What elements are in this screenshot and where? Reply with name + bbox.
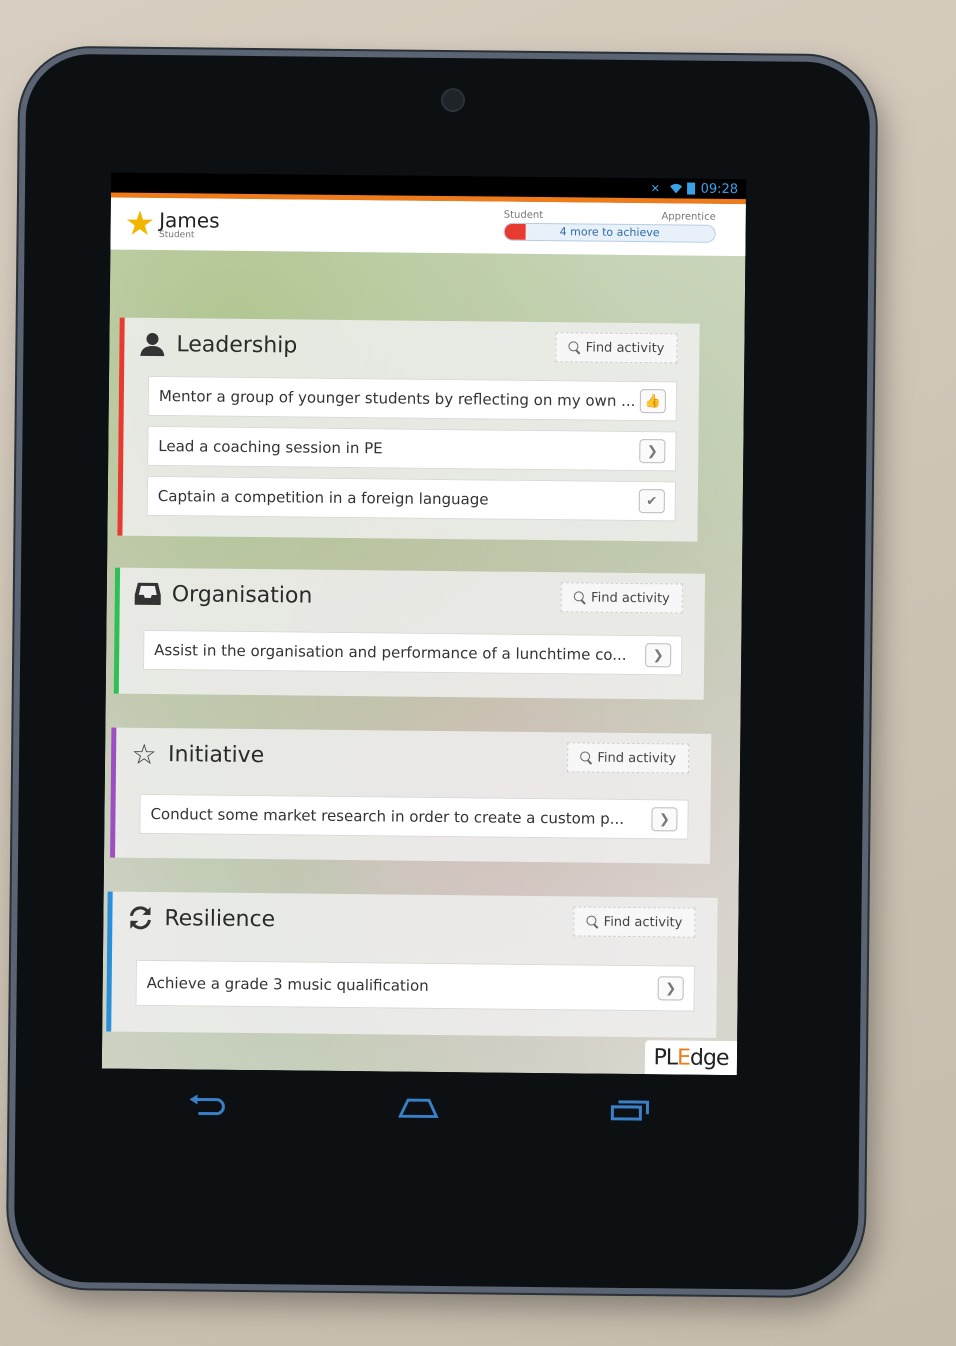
activity-item[interactable]: Mentor a group of younger students by re… xyxy=(147,375,678,422)
activity-text: Captain a competition in a foreign langu… xyxy=(157,487,489,509)
user-level: Student xyxy=(158,230,195,241)
category-card-organisation: Organisation Find activity Assist in the… xyxy=(113,567,706,700)
star-outline-icon: ☆ xyxy=(131,737,157,771)
status-time: 09:28 xyxy=(700,181,739,197)
search-icon xyxy=(569,341,582,354)
activity-text: Achieve a grade 3 music qualification xyxy=(146,973,429,995)
activity-text: Conduct some market research in order to… xyxy=(150,804,625,828)
camera-lens xyxy=(440,87,466,113)
activity-text: Assist in the organisation and performan… xyxy=(154,640,627,664)
top-bar: ★ James Student Student Apprentice 4 mor… xyxy=(110,197,746,257)
find-activity-label: Find activity xyxy=(585,339,665,356)
category-title: Resilience xyxy=(164,905,276,932)
pledge-logo: PL Edge xyxy=(644,1040,738,1076)
person-icon xyxy=(138,330,166,358)
search-icon xyxy=(587,915,600,928)
back-icon[interactable] xyxy=(187,1093,227,1117)
level-progress[interactable]: Student Apprentice 4 more to achieve xyxy=(503,209,716,243)
screen: ✕ 09:28 ★ James Student Student Apprenti… xyxy=(101,172,747,1076)
star-icon: ★ xyxy=(124,203,156,244)
progress-to-label: Apprentice xyxy=(661,211,716,223)
chevron-right-icon[interactable]: ❯ xyxy=(657,976,684,1001)
find-activity-label: Find activity xyxy=(603,914,683,931)
find-activity-button[interactable]: Find activity xyxy=(560,582,683,614)
category-title: Initiative xyxy=(167,741,265,768)
inbox-icon xyxy=(134,580,162,608)
activity-text: Mentor a group of younger students by re… xyxy=(158,387,636,411)
activity-item[interactable]: Captain a competition in a foreign langu… xyxy=(146,475,677,522)
search-icon xyxy=(574,591,587,604)
search-icon xyxy=(580,751,593,764)
find-activity-label: Find activity xyxy=(591,590,670,606)
find-activity-button[interactable]: Find activity xyxy=(567,742,690,774)
activity-item[interactable]: Assist in the organisation and performan… xyxy=(143,629,683,676)
recent-apps-icon[interactable] xyxy=(610,1098,650,1122)
progress-from-label: Student xyxy=(503,209,544,222)
category-title: Organisation xyxy=(171,581,313,609)
android-nav-bar xyxy=(101,1074,737,1141)
thumbs-up-icon[interactable]: 👍 xyxy=(639,389,666,414)
app-content: ★ James Student Student Apprentice 4 mor… xyxy=(101,192,746,1076)
progress-text: 4 more to achieve xyxy=(559,225,660,240)
activity-item[interactable]: Lead a coaching session in PE ❯ xyxy=(147,425,677,472)
wifi-icon xyxy=(669,182,682,194)
tablet-device: ✕ 09:28 ★ James Student Student Apprenti… xyxy=(7,47,877,1297)
progress-bar: 4 more to achieve xyxy=(503,222,716,243)
user-name: James xyxy=(159,208,220,233)
mute-icon: ✕ xyxy=(650,182,660,196)
find-activity-button[interactable]: Find activity xyxy=(573,906,696,938)
find-activity-label: Find activity xyxy=(597,750,677,766)
category-card-initiative: ☆ Initiative Find activity Conduct some … xyxy=(110,727,712,864)
find-activity-button[interactable]: Find activity xyxy=(555,332,678,364)
activity-item[interactable]: Achieve a grade 3 music qualification ❯ xyxy=(135,959,695,1012)
chevron-right-icon[interactable]: ❯ xyxy=(651,807,678,832)
chevron-right-icon[interactable]: ❯ xyxy=(645,643,672,668)
check-icon[interactable]: ✔ xyxy=(638,489,665,514)
home-icon[interactable] xyxy=(398,1096,440,1120)
user-block[interactable]: James Student xyxy=(159,208,220,241)
battery-icon xyxy=(686,182,695,195)
activity-text: Lead a coaching session in PE xyxy=(158,437,383,458)
activity-item[interactable]: Conduct some market research in order to… xyxy=(139,793,689,840)
chevron-right-icon[interactable]: ❯ xyxy=(639,439,666,464)
refresh-icon xyxy=(126,904,154,932)
category-card-resilience: Resilience Find activity Achieve a grade… xyxy=(106,891,718,1038)
category-title: Leadership xyxy=(176,331,298,358)
category-card-leadership: Leadership Find activity Mentor a group … xyxy=(117,317,700,542)
